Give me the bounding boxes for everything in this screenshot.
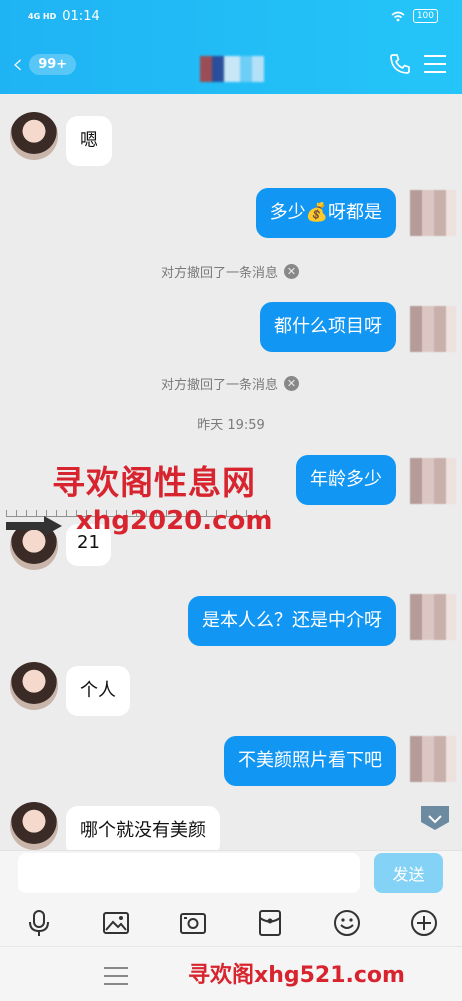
recent-apps-icon[interactable] xyxy=(104,967,128,985)
input-area: 发送 xyxy=(0,850,462,901)
input-toolbar xyxy=(0,900,462,946)
status-time: 01:14 xyxy=(62,9,100,24)
recall-notice: 对方撤回了一条消息 ✕ xyxy=(161,262,300,281)
camera-icon[interactable] xyxy=(178,908,208,938)
recall-notice: 对方撤回了一条消息 ✕ xyxy=(161,374,300,393)
avatar[interactable] xyxy=(410,736,456,782)
back-button[interactable]: ‹ 99+ xyxy=(12,47,77,80)
avatar[interactable] xyxy=(10,112,58,160)
chat-header: ‹ 99+ xyxy=(0,36,462,94)
avatar[interactable] xyxy=(10,802,58,850)
photo-icon[interactable] xyxy=(101,908,131,938)
footer-watermark: 寻欢阁xhg521.com xyxy=(188,963,405,988)
close-icon[interactable]: ✕ xyxy=(284,264,300,279)
message-input[interactable] xyxy=(18,853,360,893)
avatar[interactable] xyxy=(410,594,456,640)
plus-icon[interactable] xyxy=(409,908,439,938)
avatar[interactable] xyxy=(410,458,456,504)
watermark-url: xhg2020.com xyxy=(76,506,273,536)
microphone-icon[interactable] xyxy=(24,908,54,938)
send-button[interactable]: 发送 xyxy=(374,853,443,893)
red-packet-icon[interactable] xyxy=(255,908,285,938)
message-bubble-incoming[interactable]: 嗯 xyxy=(66,116,112,166)
message-bubble-outgoing[interactable]: 多少💰呀都是 xyxy=(255,188,396,238)
signal-icon: 4G HD xyxy=(28,11,57,21)
close-icon[interactable]: ✕ xyxy=(284,376,300,391)
menu-icon[interactable] xyxy=(424,55,446,73)
avatar[interactable] xyxy=(410,190,456,236)
contact-name-pixelated xyxy=(200,56,264,82)
message-bubble-incoming[interactable]: 个人 xyxy=(66,666,130,716)
unread-badge: 99+ xyxy=(29,53,77,75)
phone-icon[interactable] xyxy=(388,52,412,76)
status-bar: 4G HD 01:14 100 xyxy=(0,0,462,36)
message-bubble-outgoing[interactable]: 年龄多少 xyxy=(296,455,396,505)
battery-icon: 100 xyxy=(412,9,438,23)
arrow-right-icon xyxy=(6,516,62,536)
scroll-down-icon[interactable] xyxy=(418,802,452,832)
message-bubble-incoming[interactable]: 哪个就没有美颜 xyxy=(66,806,220,850)
chevron-left-icon: ‹ xyxy=(12,47,24,80)
message-bubble-outgoing[interactable]: 是本人么？还是中介呀 xyxy=(188,596,396,646)
message-timestamp: 昨天 19:59 xyxy=(197,418,265,433)
system-nav-bar: 寻欢阁xhg521.com xyxy=(0,946,462,1001)
watermark-title: 寻欢阁性息网 xyxy=(52,463,256,502)
message-bubble-outgoing[interactable]: 都什么项目呀 xyxy=(260,302,396,352)
wifi-icon xyxy=(391,11,405,21)
avatar[interactable] xyxy=(410,306,456,352)
avatar[interactable] xyxy=(10,662,58,710)
emoji-icon[interactable] xyxy=(332,908,362,938)
chat-messages[interactable]: 嗯 多少💰呀都是 对方撤回了一条消息 ✕ 都什么项目呀 对方撤回了一条消息 ✕ … xyxy=(0,94,462,850)
message-bubble-outgoing[interactable]: 不美颜照片看下吧 xyxy=(224,736,396,786)
